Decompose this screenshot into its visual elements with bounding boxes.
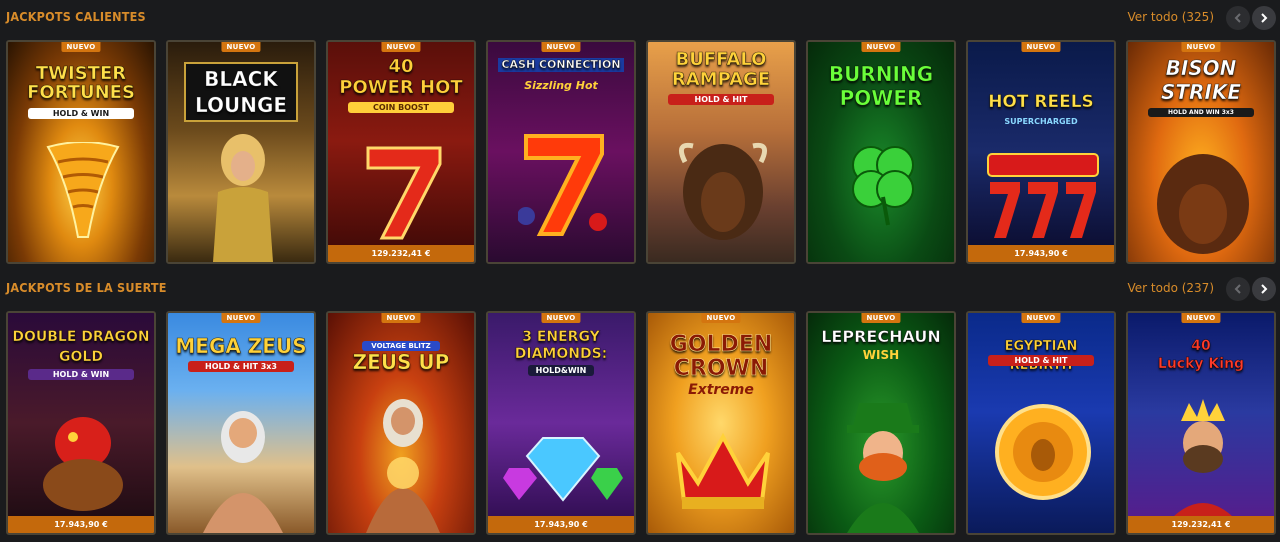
game-card-buffalo-rampage[interactable]: BUFFALO RAMPAGE HOLD & HIT: [646, 40, 796, 264]
game-title: ZEUS UP: [352, 350, 450, 374]
game-subtitle: HOLD & WIN: [28, 369, 134, 380]
game-card-mega-zeus[interactable]: NUEVO MEGA ZEUS HOLD & HIT 3x3: [166, 311, 316, 535]
game-subtitle: HOLD & HIT: [988, 355, 1094, 366]
jackpot-amount: 129.232,41 €: [1128, 516, 1274, 533]
game-title: BURNING POWER: [828, 62, 934, 111]
game-subtitle: HOLD & HIT 3x3: [188, 361, 294, 372]
clover-icon: [852, 146, 914, 226]
new-badge: NUEVO: [61, 42, 101, 52]
game-title: BUFFALO RAMPAGE: [671, 49, 771, 90]
chevron-left-icon: [1234, 284, 1241, 294]
carousel-next-button[interactable]: [1252, 277, 1276, 301]
new-badge: NUEVO: [541, 42, 581, 52]
new-badge: NUEVO: [861, 313, 901, 323]
new-badge: NUEVO: [701, 313, 741, 323]
diamond-icon: [503, 437, 623, 502]
view-all-link[interactable]: Ver todo (237): [1128, 281, 1215, 295]
new-badge: NUEVO: [1021, 313, 1061, 323]
jackpot-amount: 17.943,90 €: [8, 516, 154, 533]
section-title: JACKPOTS CALIENTES: [6, 9, 146, 24]
new-badge: NUEVO: [861, 42, 901, 52]
game-title: MEGA ZEUS: [175, 334, 307, 358]
bison-icon: [1157, 154, 1249, 254]
new-badge: NUEVO: [1181, 313, 1221, 323]
view-all-link[interactable]: Ver todo (325): [1128, 10, 1215, 24]
game-card-cash-connection[interactable]: NUEVO CASH CONNECTION Sizzling Hot: [486, 40, 636, 264]
game-card-black-lounge[interactable]: NUEVO BLACK LOUNGE: [166, 40, 316, 264]
game-title: TWISTER FORTUNES: [27, 63, 135, 103]
game-title: 3 ENERGY DIAMONDS:: [514, 329, 608, 363]
game-carousel: DOUBLE DRAGON GOLD HOLD & WIN 17.943,90 …: [0, 311, 1280, 535]
chevron-right-icon: [1261, 13, 1268, 23]
jackpot-amount: 17.943,90 €: [488, 516, 634, 533]
game-carousel: NUEVO TWISTER FORTUNES HOLD & WIN NUEVO …: [0, 40, 1280, 264]
game-subtitle: Sizzling Hot: [524, 79, 598, 92]
game-title: LEPRECHAUN: [821, 327, 941, 347]
game-title: 40 POWER HOT: [339, 56, 463, 99]
game-subtitle: HOLD&WIN: [528, 365, 594, 376]
game-subtitle: WISH: [862, 348, 900, 362]
game-title: 40 Lucky King: [1157, 338, 1245, 373]
tornado-icon: [46, 142, 120, 238]
game-subtitle: SUPERCHARGED: [1004, 117, 1078, 126]
zeus-figure-icon: [203, 411, 283, 533]
section-header: JACKPOTS CALIENTES Ver todo (325): [0, 0, 1280, 36]
carousel-prev-button[interactable]: [1226, 277, 1250, 301]
crown-icon: [676, 432, 770, 509]
king-figure-icon: [1159, 399, 1247, 533]
game-card-double-dragon-gold[interactable]: DOUBLE DRAGON GOLD HOLD & WIN 17.943,90 …: [6, 311, 156, 535]
game-card-3-energy-diamonds[interactable]: NUEVO 3 ENERGY DIAMONDS: HOLD&WIN 17.943…: [486, 311, 636, 535]
new-badge: NUEVO: [1021, 42, 1061, 52]
carousel-next-button[interactable]: [1252, 6, 1276, 30]
game-card-twister-fortunes[interactable]: NUEVO TWISTER FORTUNES HOLD & WIN: [6, 40, 156, 264]
game-card-egyptian-rebirth[interactable]: NUEVO EGYPTIAN REBIRTH HOLD & HIT: [966, 311, 1116, 535]
game-title: CASH CONNECTION: [498, 58, 624, 72]
game-subtitle: HOLD & HIT: [668, 94, 774, 105]
new-badge: NUEVO: [221, 313, 261, 323]
new-badge: NUEVO: [381, 42, 421, 52]
game-title: HOT REELS: [988, 92, 1094, 113]
game-title: DOUBLE DRAGON GOLD: [12, 329, 150, 366]
game-card-40-power-hot[interactable]: NUEVO 40 POWER HOT COIN BOOST 129.232,41…: [326, 40, 476, 264]
new-badge: NUEVO: [1181, 42, 1221, 52]
section-title: JACKPOTS DE LA SUERTE: [6, 280, 167, 295]
scarab-coin-icon: [995, 404, 1091, 500]
buffalo-icon: [678, 142, 768, 240]
zeus-figure-icon: [366, 399, 440, 533]
seven-symbol-icon: [518, 134, 607, 236]
triple-seven-icon: [987, 153, 1099, 238]
new-badge: NUEVO: [221, 42, 261, 52]
game-subtitle: Extreme: [688, 382, 754, 398]
game-card-golden-crown[interactable]: NUEVO GOLDEN CROWN Extreme: [646, 311, 796, 535]
new-badge: NUEVO: [381, 313, 421, 323]
game-subtitle: HOLD & WIN: [28, 108, 134, 119]
leprechaun-icon: [847, 403, 919, 533]
game-card-zeus-up[interactable]: NUEVO VOLTAGE BLITZ ZEUS UP: [326, 311, 476, 535]
game-subtitle: HOLD AND WIN 3x3: [1148, 108, 1254, 117]
game-card-hot-reels[interactable]: NUEVO HOT REELS SUPERCHARGED 17.943,90 €: [966, 40, 1116, 264]
new-badge: NUEVO: [541, 313, 581, 323]
game-card-bison-strike[interactable]: NUEVO BISON STRIKE HOLD AND WIN 3x3: [1126, 40, 1276, 264]
dragon-icon: [43, 417, 123, 511]
game-title: BLACK LOUNGE: [184, 62, 298, 122]
carousel-prev-button[interactable]: [1226, 6, 1250, 30]
game-card-40-lucky-king[interactable]: NUEVO 40 Lucky King 129.232,41 €: [1126, 311, 1276, 535]
jackpot-amount: 129.232,41 €: [328, 245, 474, 262]
chevron-left-icon: [1234, 13, 1241, 23]
game-card-leprechaun-wish[interactable]: NUEVO LEPRECHAUN WISH: [806, 311, 956, 535]
section-header: JACKPOTS DE LA SUERTE Ver todo (237): [0, 271, 1280, 307]
game-title: GOLDEN CROWN: [669, 332, 773, 381]
seven-symbol-icon: [366, 146, 442, 240]
game-subtitle: COIN BOOST: [348, 102, 454, 113]
chevron-right-icon: [1261, 284, 1268, 294]
jackpot-amount: 17.943,90 €: [968, 245, 1114, 262]
game-card-burning-power[interactable]: NUEVO BURNING POWER: [806, 40, 956, 264]
game-title: BISON STRIKE: [1160, 56, 1242, 105]
woman-figure-icon: [213, 134, 273, 262]
